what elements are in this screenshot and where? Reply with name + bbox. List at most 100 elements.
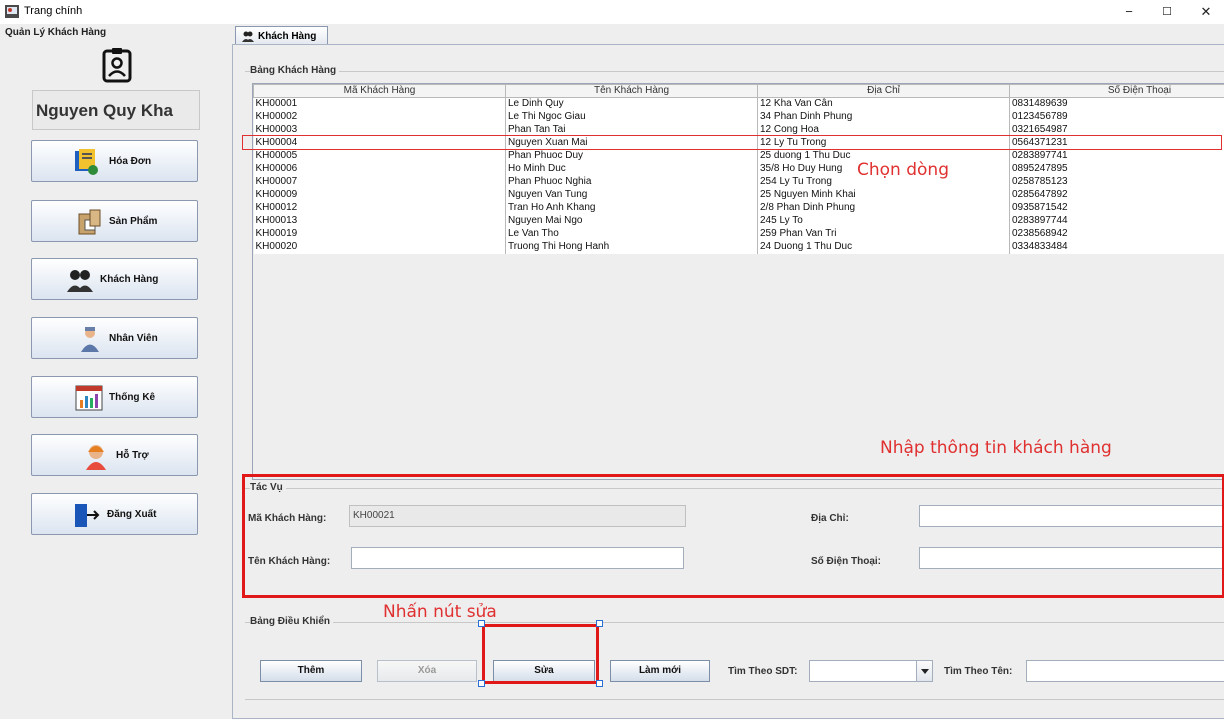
- delete-button: Xóa: [377, 660, 477, 682]
- nav-button-support[interactable]: Hỗ Trợ: [31, 434, 198, 476]
- table-row[interactable]: KH00007 Phan Phuoc Nghia 254 Ly Tu Trong 02…: [253, 175, 1224, 189]
- table-row[interactable]: KH00019 Le Van Tho 259 Phan Van Tri 0238568…: [253, 227, 1224, 241]
- table-cell: Nguyen Mai Ngo: [505, 214, 758, 228]
- table-cell: KH00020: [253, 240, 506, 254]
- table-cell: 25 Nguyen Minh Khai: [757, 188, 1010, 202]
- table-row[interactable]: KH00013 Nguyen Mai Ngo 245 Ly To 0283897744: [253, 214, 1224, 228]
- nav-button-statistics[interactable]: Thống Kê: [31, 376, 198, 418]
- table-cell: KH00002: [253, 110, 506, 124]
- product-icon: [78, 209, 101, 235]
- table-empty-cell: [505, 253, 758, 479]
- table-cell: 0334833484: [1009, 240, 1224, 254]
- nav-button-customers[interactable]: Khách Hàng: [31, 258, 198, 300]
- table-cell: KH00001: [253, 97, 506, 111]
- close-button[interactable]: ✕: [1191, 2, 1221, 22]
- column-header-phone[interactable]: Số Điện Thoại: [1009, 84, 1224, 98]
- nav-label-support: Hỗ Trợ: [116, 450, 149, 461]
- table-row[interactable]: KH00001 Le Dinh Quy 12 Kha Van Cân 08314896…: [253, 97, 1224, 111]
- annotation-select-row: Chọn dòng: [857, 160, 949, 180]
- table-header-row: Mã Khách Hàng Tên Khách Hàng Địa Chỉ Số …: [253, 84, 1224, 98]
- tab-customers[interactable]: Khách Hàng: [235, 26, 328, 45]
- column-header-id[interactable]: Mã Khách Hàng: [253, 84, 506, 98]
- table-cell: KH00006: [253, 162, 506, 176]
- user-name-box: Nguyen Quy Kha: [32, 90, 200, 130]
- table-row[interactable]: KH00006 Ho Minh Duc 35/8 Ho Duy Hung 089524…: [253, 162, 1224, 176]
- maximize-button[interactable]: ☐: [1152, 2, 1182, 22]
- control-group-border: [245, 622, 1224, 623]
- table-group-border: [245, 71, 1224, 72]
- nav-button-invoice[interactable]: Hóa Đơn: [31, 140, 198, 182]
- table-row[interactable]: KH00009 Nguyen Van Tung 25 Nguyen Minh Kha…: [253, 188, 1224, 202]
- selected-row-highlight: [242, 135, 1222, 150]
- search-phone-combo[interactable]: [809, 660, 933, 682]
- table-cell: KH00019: [253, 227, 506, 241]
- selection-handle: [596, 620, 603, 627]
- column-header-name[interactable]: Tên Khách Hàng: [505, 84, 758, 98]
- table-cell: KH00005: [253, 149, 506, 163]
- table-cell: 0831489639: [1009, 97, 1224, 111]
- selection-handle: [596, 680, 603, 687]
- refresh-button[interactable]: Làm mới: [610, 660, 710, 682]
- tab-label: Khách Hàng: [258, 31, 317, 42]
- window-title-bar: Trang chính − ☐ ✕: [0, 0, 1224, 24]
- table-cell: KH00007: [253, 175, 506, 189]
- edit-button-highlight: [482, 624, 599, 684]
- selection-handle: [478, 620, 485, 627]
- main-area: Khách Hàng Bảng Khách Hàng Mã Khách Hàng…: [228, 24, 1224, 719]
- table-group-title: Bảng Khách Hàng: [250, 65, 340, 76]
- app-icon: [5, 5, 19, 18]
- table-row[interactable]: KH00020 Truong Thi Hong Hanh 24 Duong 1 Th…: [253, 240, 1224, 254]
- nav-button-employee[interactable]: Nhân Viên: [31, 317, 198, 359]
- nav-label-logout: Đăng Xuất: [107, 509, 157, 520]
- minimize-button[interactable]: −: [1114, 2, 1144, 22]
- support-icon: [86, 445, 106, 470]
- chevron-down-icon[interactable]: [916, 661, 932, 681]
- table-cell: 0935871542: [1009, 201, 1224, 215]
- nav-label-customers: Khách Hàng: [100, 274, 159, 285]
- customers-tab-icon: [242, 31, 254, 42]
- customers-icon: [67, 270, 93, 292]
- table-cell: Le Dinh Quy: [505, 97, 758, 111]
- table-cell: 0895247895: [1009, 162, 1224, 176]
- table-cell: 0283897744: [1009, 214, 1224, 228]
- nav-label-employee: Nhân Viên: [109, 333, 158, 344]
- annotation-enter-info: Nhập thông tin khách hàng: [880, 438, 1112, 458]
- add-button[interactable]: Thêm: [260, 660, 362, 682]
- search-phone-label: Tìm Theo SDT:: [728, 666, 798, 677]
- control-group-title: Bảng Điều Khiển: [250, 616, 334, 627]
- table-cell: 245 Ly To: [757, 214, 1010, 228]
- table-cell: 0238568942: [1009, 227, 1224, 241]
- statistics-icon: [75, 385, 103, 411]
- table-row[interactable]: KH00012 Tran Ho Anh Khang 2/8 Phan Dinh Ph…: [253, 201, 1224, 215]
- form-highlight-box: [242, 474, 1224, 598]
- selection-handle: [478, 680, 485, 687]
- table-row[interactable]: KH00005 Phan Phuoc Duy 25 duong 1 Thu Duc 0…: [253, 149, 1224, 163]
- table-cell: Nguyen Van Tung: [505, 188, 758, 202]
- window-title: Trang chính: [24, 5, 83, 17]
- employee-icon: [81, 327, 99, 352]
- table-cell: 0258785123: [1009, 175, 1224, 189]
- column-header-address[interactable]: Địa Chỉ: [757, 84, 1010, 98]
- user-name: Nguyen Quy Kha: [36, 101, 173, 120]
- nav-label-product: Sản Phẩm: [109, 216, 158, 227]
- table-cell: KH00009: [253, 188, 506, 202]
- nav-button-product[interactable]: Sản Phẩm: [31, 200, 198, 242]
- table-cell: KH00012: [253, 201, 506, 215]
- user-badge-icon: [102, 48, 132, 83]
- table-cell: 0123456789: [1009, 110, 1224, 124]
- table-cell: 0283897741: [1009, 149, 1224, 163]
- table-cell: Tran Ho Anh Khang: [505, 201, 758, 215]
- search-name-combo[interactable]: [1026, 660, 1224, 682]
- table-cell: 259 Phan Van Tri: [757, 227, 1010, 241]
- table-cell: 0285647892: [1009, 188, 1224, 202]
- nav-button-logout[interactable]: Đăng Xuất: [31, 493, 198, 535]
- table-cell: 2/8 Phan Dinh Phung: [757, 201, 1010, 215]
- control-group-bottom: [245, 699, 1224, 700]
- nav-label-statistics: Thống Kê: [109, 392, 156, 403]
- invoice-icon: [75, 149, 98, 175]
- sidebar: Quản Lý Khách Hàng Nguyen Quy Kha Hóa Đơ…: [0, 24, 228, 719]
- table-row[interactable]: KH00002 Le Thi Ngoc Giau 34 Phan Dinh Phun…: [253, 110, 1224, 124]
- table-cell: Le Van Tho: [505, 227, 758, 241]
- table-cell: Le Thi Ngoc Giau: [505, 110, 758, 124]
- nav-label-invoice: Hóa Đơn: [109, 156, 152, 167]
